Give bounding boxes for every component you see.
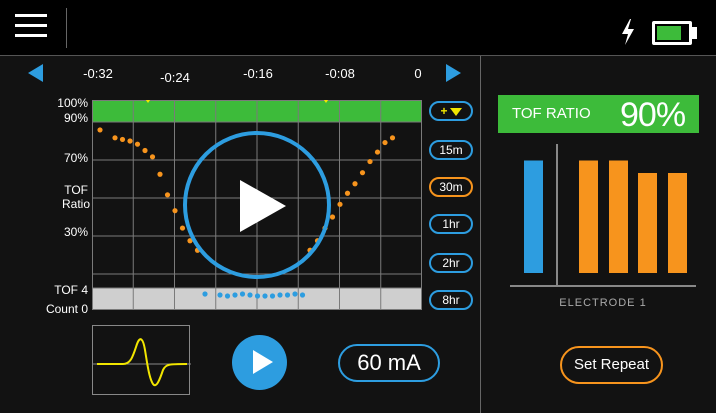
range-30m-button[interactable]: 30m bbox=[429, 177, 473, 197]
electrode-bar-chart bbox=[510, 144, 696, 287]
electrode-bar bbox=[609, 160, 628, 273]
y-label-tof: TOF bbox=[64, 183, 88, 197]
data-point-ratio bbox=[149, 154, 156, 160]
lightning-bolt-icon bbox=[622, 19, 634, 45]
arrow-right-icon[interactable] bbox=[446, 64, 461, 82]
tof-ratio-label: TOF RATIO bbox=[512, 105, 591, 122]
data-point-count bbox=[239, 291, 246, 297]
arrow-left-icon[interactable] bbox=[28, 64, 43, 82]
menu-divider bbox=[66, 8, 67, 48]
time-tick: 0 bbox=[414, 66, 422, 81]
data-point-count bbox=[202, 291, 208, 297]
menu-button[interactable] bbox=[0, 8, 66, 52]
chart-svg bbox=[92, 100, 422, 310]
y-label-ratio: Ratio bbox=[61, 197, 90, 211]
menu-line bbox=[15, 34, 47, 37]
time-tick: -0:24 bbox=[160, 70, 190, 85]
data-point-ratio bbox=[337, 201, 343, 207]
data-point-ratio bbox=[134, 141, 141, 147]
y-label-100: 100% bbox=[57, 96, 88, 110]
time-tick: -0:16 bbox=[243, 66, 273, 81]
data-point-ratio bbox=[127, 138, 133, 144]
time-tick: -0:32 bbox=[83, 66, 113, 81]
data-point-count bbox=[232, 292, 238, 298]
data-point-count bbox=[262, 293, 268, 299]
time-tick: -0:08 bbox=[325, 66, 355, 81]
menu-line bbox=[15, 24, 47, 27]
electrode-bar bbox=[579, 160, 598, 273]
tof-ratio-banner: TOF RATIO 90% bbox=[498, 95, 699, 134]
y-label-30: 30% bbox=[63, 225, 88, 239]
top-bar bbox=[0, 0, 716, 55]
data-point-ratio bbox=[367, 158, 373, 165]
data-point-ratio bbox=[142, 147, 148, 154]
data-point-ratio bbox=[164, 192, 171, 198]
data-point-ratio bbox=[352, 181, 358, 187]
data-point-count bbox=[284, 292, 291, 298]
range-2hr-button[interactable]: 2hr bbox=[429, 253, 473, 273]
battery-cap bbox=[692, 27, 697, 39]
play-icon bbox=[240, 180, 286, 232]
electrode-bar bbox=[668, 173, 687, 273]
data-point-ratio bbox=[97, 127, 103, 133]
y-label-70: 70% bbox=[63, 151, 88, 165]
data-point-count bbox=[277, 292, 283, 298]
waveform-preview bbox=[92, 325, 191, 395]
waveform-icon bbox=[93, 338, 191, 387]
data-point-ratio bbox=[329, 214, 336, 220]
data-point-ratio bbox=[382, 139, 388, 146]
set-repeat-button[interactable]: Set Repeat bbox=[560, 346, 663, 384]
y-label-tof4: TOF 4 bbox=[54, 283, 88, 297]
data-point-count bbox=[217, 292, 223, 298]
data-point-count bbox=[269, 293, 276, 299]
panel-separator bbox=[480, 56, 481, 413]
data-point-count bbox=[224, 293, 231, 299]
data-point-ratio bbox=[112, 135, 118, 141]
battery-icon bbox=[652, 21, 692, 45]
range-1hr-button[interactable]: 1hr bbox=[429, 214, 473, 234]
menu-line bbox=[15, 14, 47, 17]
range-15m-button[interactable]: 15m bbox=[429, 140, 473, 160]
y-label-count0: Count 0 bbox=[45, 302, 88, 316]
data-point-ratio bbox=[344, 190, 351, 196]
yellow-marker-icon bbox=[449, 107, 462, 116]
data-point-ratio bbox=[157, 171, 163, 177]
electrode-bar bbox=[524, 160, 543, 273]
range-8hr-button[interactable]: 8hr bbox=[429, 290, 473, 310]
tof-ratio-value: 90% bbox=[620, 96, 686, 134]
battery-fill bbox=[657, 26, 681, 40]
data-point-ratio bbox=[179, 225, 186, 231]
data-point-ratio bbox=[119, 136, 126, 143]
current-display[interactable]: 60 mA bbox=[338, 344, 440, 382]
header-separator bbox=[0, 55, 716, 56]
expand-label: + bbox=[440, 104, 448, 118]
data-point-count bbox=[247, 292, 253, 298]
play-button[interactable] bbox=[232, 335, 287, 390]
data-point-count bbox=[299, 292, 306, 298]
expand-range-button[interactable]: + bbox=[429, 101, 473, 121]
data-point-ratio bbox=[374, 149, 381, 155]
data-point-ratio bbox=[359, 170, 366, 176]
tof-trend-chart bbox=[92, 100, 422, 310]
data-point-count bbox=[292, 291, 298, 297]
electrode-label: ELECTRODE 1 bbox=[559, 297, 647, 309]
data-point-count bbox=[254, 293, 261, 299]
y-label-90: 90% bbox=[63, 111, 88, 125]
data-point-ratio bbox=[389, 135, 396, 141]
data-point-ratio bbox=[172, 208, 178, 214]
electrode-bar bbox=[638, 173, 657, 273]
